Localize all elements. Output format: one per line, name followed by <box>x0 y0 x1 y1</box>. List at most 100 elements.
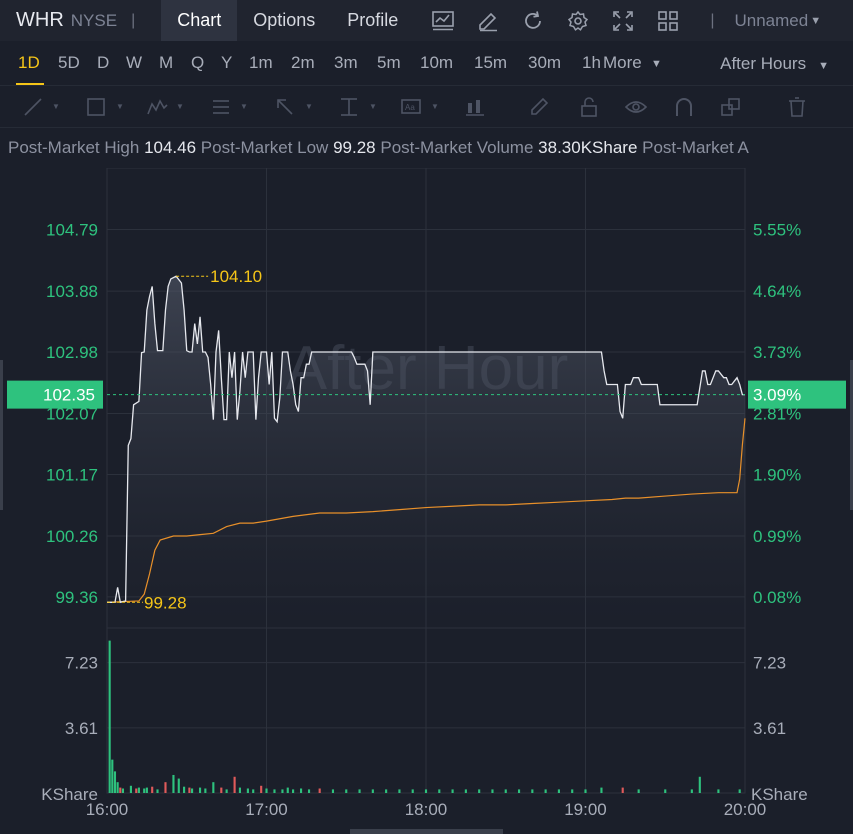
volume-bar <box>252 789 255 793</box>
period-1h[interactable]: 1h <box>582 53 601 73</box>
percent-tick-label: 5.55% <box>753 221 801 240</box>
magnet-icon[interactable] <box>673 96 695 118</box>
volume-bar <box>698 776 701 793</box>
period-m[interactable]: M <box>159 53 173 73</box>
volume-bar <box>145 787 148 793</box>
current-price-tag: 102.35 <box>7 380 103 409</box>
volume-bar <box>111 759 114 793</box>
indicator-chart-icon[interactable] <box>432 10 455 32</box>
volume-bar <box>143 788 146 793</box>
volume-bar <box>584 789 587 793</box>
period-w[interactable]: W <box>126 53 142 73</box>
tab-options[interactable]: Options <box>237 0 331 41</box>
tool-caret-icon: ▼ <box>176 102 184 111</box>
tab-profile[interactable]: Profile <box>331 0 414 41</box>
period-3m[interactable]: 3m <box>334 53 358 73</box>
current-percent-value: 3.09% <box>753 386 801 405</box>
lock-icon[interactable] <box>578 96 600 118</box>
volume-bar <box>299 788 303 793</box>
trendline-tool-icon[interactable] <box>22 96 44 118</box>
text-tool-icon[interactable]: Aa <box>400 96 422 118</box>
time-tick-label: 19:00 <box>564 800 607 819</box>
volume-bar <box>307 789 311 793</box>
volume-bar <box>451 789 454 793</box>
volume-tick-label: 3.61 <box>753 719 786 738</box>
more-caret-icon[interactable]: ▼ <box>651 58 662 70</box>
period-30m[interactable]: 30m <box>528 53 561 73</box>
pattern-tool-icon[interactable] <box>146 96 168 118</box>
period-y[interactable]: Y <box>221 53 232 73</box>
period-q[interactable]: Q <box>191 53 204 73</box>
arrow-tool-icon[interactable] <box>274 96 296 118</box>
volume-bar <box>286 787 289 793</box>
period-5d[interactable]: 5D <box>58 53 80 73</box>
volume-bar <box>265 788 268 793</box>
layout-caret-icon[interactable]: ▼ <box>810 15 821 27</box>
volume-tick-label: 7.23 <box>65 654 98 673</box>
settings-gear-icon[interactable] <box>567 10 589 32</box>
duplicate-icon[interactable] <box>720 96 742 118</box>
session-select[interactable]: After Hours ▼ <box>720 54 829 74</box>
exchange-label: NYSE <box>70 10 118 30</box>
period-2m[interactable]: 2m <box>291 53 315 73</box>
volume-bar <box>371 789 374 793</box>
brush-tool-icon[interactable] <box>528 96 550 118</box>
volume-bar <box>260 785 263 793</box>
volume-bar <box>113 771 117 793</box>
eye-visibility-icon[interactable] <box>625 96 647 118</box>
period-d[interactable]: D <box>97 53 109 73</box>
price-chart[interactable]: After Hour 104.79103.88102.98102.07101.1… <box>0 168 853 834</box>
current-percent-tag: 3.09% <box>748 380 846 409</box>
post-market-low-label: Post-Market Low <box>200 138 329 157</box>
volume-bar <box>358 789 361 793</box>
volume-bar <box>557 789 560 793</box>
volume-bar <box>233 776 236 793</box>
volume-bar <box>292 789 295 793</box>
period-15m[interactable]: 15m <box>474 53 507 73</box>
refresh-icon[interactable] <box>522 10 544 32</box>
volume-bar <box>331 789 335 793</box>
max-price-marker: 104.10 <box>176 267 262 286</box>
period-5m[interactable]: 5m <box>377 53 401 73</box>
price-tick-label: 101.17 <box>46 465 98 484</box>
volume-bar <box>738 789 741 793</box>
period-1d[interactable]: 1D <box>18 53 40 73</box>
percent-axis: 5.55%4.64%3.73%2.81%1.90%0.99%0.08% <box>753 221 801 607</box>
period-1m[interactable]: 1m <box>249 53 273 73</box>
volume-bar <box>717 789 720 793</box>
time-tick-label: 18:00 <box>405 800 448 819</box>
ticker-symbol: WHR <box>16 9 64 31</box>
volume-bar <box>424 789 428 793</box>
volume-bar <box>129 785 132 793</box>
volume-bar <box>135 788 138 793</box>
rectangle-tool-icon[interactable] <box>85 96 107 118</box>
fullscreen-icon[interactable] <box>612 10 634 32</box>
header-separator: | <box>131 11 136 29</box>
price-tick-label: 102.98 <box>46 343 98 362</box>
volume-bar <box>600 787 603 793</box>
volume-bar <box>491 789 494 793</box>
layout-grid-icon[interactable] <box>657 10 679 32</box>
volume-bar <box>183 786 186 793</box>
header-separator-2: | <box>710 11 715 29</box>
price-tick-label: 99.36 <box>55 588 98 607</box>
price-tick-label: 103.88 <box>46 282 98 301</box>
volume-bar <box>191 788 194 793</box>
post-market-high-label: Post-Market High <box>8 138 140 157</box>
tab-chart[interactable]: Chart <box>161 0 238 41</box>
trash-icon[interactable] <box>786 96 808 118</box>
period-more[interactable]: More <box>603 53 642 73</box>
volume-bar <box>177 778 180 793</box>
layout-name-dropdown[interactable]: Unnamed <box>734 11 808 31</box>
volume-tick-label: 7.23 <box>753 654 786 673</box>
candle-tool-icon[interactable] <box>464 96 486 118</box>
volume-bar <box>164 782 167 793</box>
price-tick-label: 104.79 <box>46 221 98 240</box>
tool-caret-icon: ▼ <box>116 102 124 111</box>
edit-note-icon[interactable] <box>477 10 499 32</box>
time-tick-label: 17:00 <box>245 800 288 819</box>
measure-tool-icon[interactable] <box>338 96 360 118</box>
period-10m[interactable]: 10m <box>420 53 453 73</box>
fib-tool-icon[interactable] <box>210 96 232 118</box>
left-scroll-handle[interactable] <box>0 360 3 510</box>
